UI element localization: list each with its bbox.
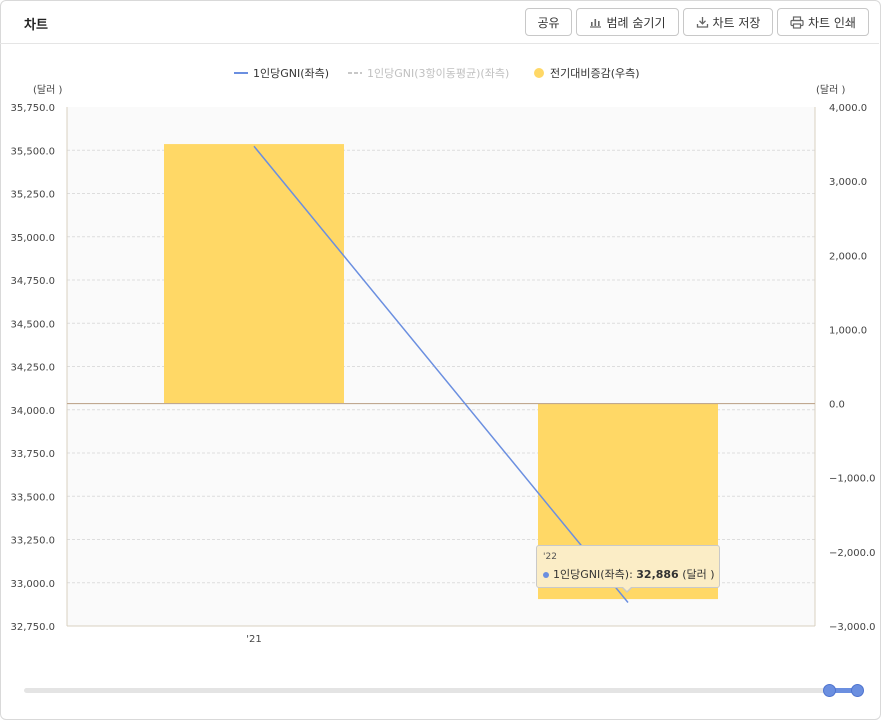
right-axis-unit-label: (달러 ) — [816, 84, 845, 96]
print-chart-button[interactable]: 차트 인쇄 — [777, 8, 869, 36]
save-chart-button-label: 차트 저장 — [712, 15, 761, 30]
right-axis-tick-label: 1,000.0 — [829, 325, 867, 336]
left-axis-tick-label: 33,000.0 — [10, 579, 55, 590]
x-axis-tick-label: '21 — [246, 634, 261, 645]
left-axis-tick-label: 33,500.0 — [10, 492, 55, 503]
tooltip-row: 1인당GNI(좌측): 32,886 (달러 ) — [543, 566, 715, 582]
chart-tooltip: '22 1인당GNI(좌측): 32,886 (달러 ) — [536, 545, 720, 593]
left-axis-unit-label: (달러 ) — [33, 84, 62, 96]
left-axis-tick-label: 33,250.0 — [10, 536, 55, 547]
right-axis-tick-label: −2,000.0 — [829, 548, 876, 559]
left-axis-tick-label: 33,750.0 — [10, 449, 55, 460]
tooltip-series-marker — [543, 572, 549, 578]
left-axis-tick-label: 34,000.0 — [10, 406, 55, 417]
tooltip-caret — [622, 586, 632, 591]
download-icon — [696, 16, 709, 28]
right-axis-tick-label: 0.0 — [829, 400, 845, 411]
right-axis-tick-label: 3,000.0 — [829, 177, 867, 188]
legend-hide-button-label: 범례 숨기기 — [606, 15, 666, 30]
left-axis-tick-label: 34,500.0 — [10, 319, 55, 330]
right-axis-tick-label: 4,000.0 — [829, 103, 867, 114]
tooltip-value: 32,886 — [636, 568, 679, 581]
tooltip-unit: (달러 ) — [682, 568, 715, 581]
left-axis-tick-label: 34,750.0 — [10, 276, 55, 287]
left-axis-tick-label: 35,500.0 — [10, 146, 55, 157]
printer-icon — [790, 15, 804, 29]
left-axis-tick-label: 34,250.0 — [10, 363, 55, 374]
range-slider-end-handle[interactable] — [851, 684, 864, 697]
chart-header: 차트 공유 범례 숨기기 차트 저장 차트 인쇄 — [0, 0, 879, 44]
tooltip-category: '22 — [543, 552, 557, 562]
page-title: 차트 — [24, 18, 48, 33]
legend-label-change: 전기대비증감(우측) — [550, 67, 640, 80]
legend-chart-icon — [589, 16, 602, 28]
right-axis-tick-label: 2,000.0 — [829, 251, 867, 262]
legend-label-moving-average: 1인당GNI(3항이동평균)(좌측) — [367, 67, 509, 80]
legend-marker-change — [534, 68, 544, 78]
legend-hide-button[interactable]: 범례 숨기기 — [576, 8, 679, 36]
range-slider-start-handle[interactable] — [823, 684, 836, 697]
right-axis-tick-label: −3,000.0 — [829, 622, 876, 633]
save-chart-button[interactable]: 차트 저장 — [683, 8, 773, 36]
share-button-label: 공유 — [537, 15, 560, 30]
bar — [164, 144, 344, 404]
legend-label-gni: 1인당GNI(좌측) — [253, 67, 329, 80]
left-axis-tick-label: 32,750.0 — [10, 622, 55, 633]
chart-canvas: 32,750.0 33,000.0 33,250.0 33,500.0 33,750.0… — [10, 67, 876, 645]
print-chart-button-label: 차트 인쇄 — [808, 15, 856, 30]
range-slider-track[interactable] — [24, 688, 856, 693]
left-axis-tick-label: 35,000.0 — [10, 233, 55, 244]
share-button[interactable]: 공유 — [525, 8, 572, 36]
left-axis-tick-label: 35,750.0 — [10, 103, 55, 114]
right-axis-tick-label: −1,000.0 — [829, 474, 876, 485]
tooltip-series-name: 1인당GNI(좌측) — [553, 568, 630, 581]
left-axis-tick-label: 35,250.0 — [10, 190, 55, 201]
